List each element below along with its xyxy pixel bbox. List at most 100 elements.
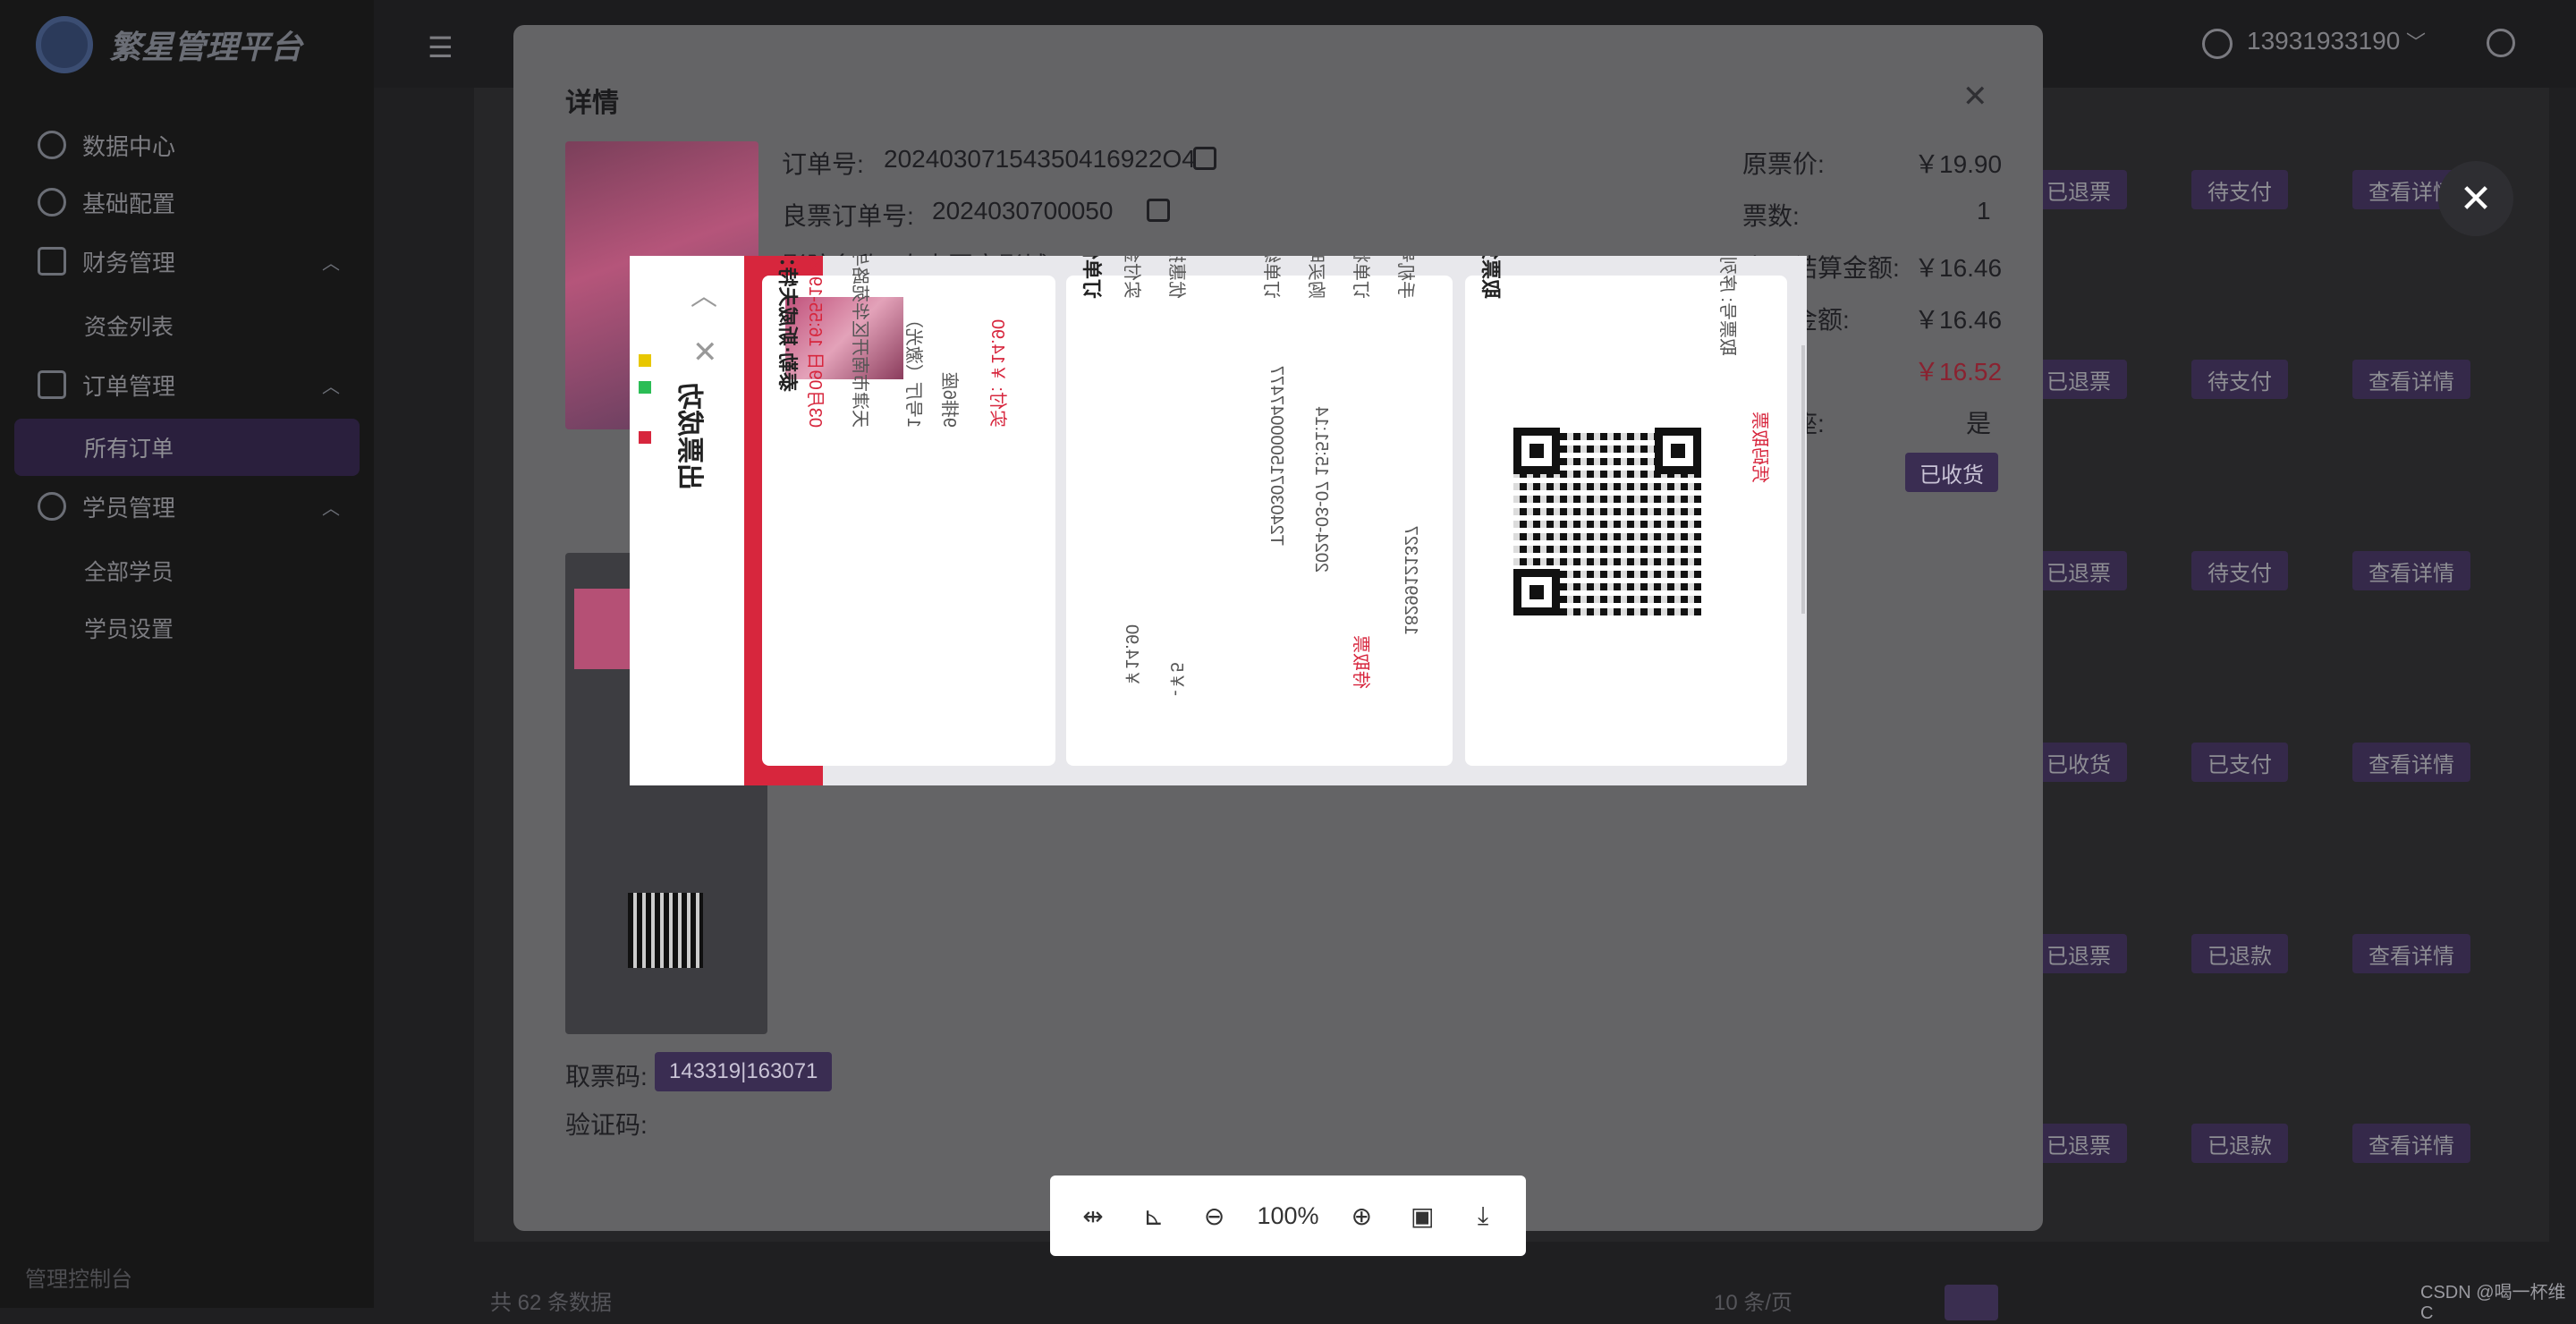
table-row: 已退票 已退款 查看详情 [2030, 1124, 2470, 1163]
seat: 9排6座 [939, 371, 959, 428]
image-icon[interactable]: ▣ [1404, 1201, 1440, 1231]
refund-status-tag: 已退票 [2030, 934, 2127, 973]
brand-logo [36, 16, 93, 73]
ticket-count-value: 1 [1977, 197, 1991, 225]
nav-all-students[interactable]: 全部学员 [14, 542, 360, 599]
chevron-up-icon: ︿ [322, 498, 340, 519]
nav-students[interactable]: 学员管理 ︿ [0, 478, 374, 535]
view-detail-button[interactable]: 查看详情 [2352, 551, 2470, 590]
copy-icon[interactable] [1147, 199, 1170, 222]
order-amount: ￥14.90 [1122, 624, 1141, 687]
refund-status-tag: 已收货 [2030, 743, 2127, 782]
chevron-up-icon: ︿ [322, 377, 340, 397]
movie-title: 泰勒·斯威夫特：时代巡回演唱会 [775, 256, 803, 392]
nav-orders[interactable]: 订单管理 ︿ [0, 356, 374, 413]
received-badge: 已收货 [1905, 453, 1998, 492]
refund-status-tag: 已退票 [2030, 170, 2127, 209]
paid-value: ￥16.52 [1914, 358, 2003, 386]
order-status-label: 订单状态 [1351, 256, 1370, 299]
user-icon[interactable] [2202, 29, 2233, 59]
nav-label: 财务管理 [82, 249, 176, 276]
exchange-value: 是 [1966, 410, 1992, 437]
table-row: 已退票 待支付 查看详情 [2030, 551, 2470, 590]
zoom-out-icon[interactable]: ⊖ [1197, 1201, 1233, 1231]
modal-title: 详情 [565, 89, 619, 118]
ticket-code-title: 取票凭证： [1478, 256, 1506, 299]
preview-scrollbar[interactable] [1801, 345, 1805, 614]
badge-icon [639, 431, 651, 444]
table-row: 已退票 已退款 查看详情 [2030, 934, 2470, 973]
image-preview[interactable]: ︿ ✕ 出票成功 泰勒·斯威夫特：时代巡回演唱会 03月09日 16:55-19… [630, 256, 1807, 785]
pickup-code: 143319|163071 [655, 1052, 833, 1091]
page-size-select[interactable]: 10 条/页 [1714, 1285, 1792, 1316]
refund-status-tag: 已退票 [2030, 551, 2127, 590]
user-phone[interactable]: 13931933190 [2247, 27, 2400, 55]
verify-label: 验证码: [565, 1111, 648, 1139]
rotate-icon[interactable]: ⊾ [1136, 1201, 1172, 1231]
nav-data-center[interactable]: 数据中心 [0, 116, 374, 174]
settle2-value: ￥16.46 [1914, 306, 2003, 334]
nav-label: 学员管理 [82, 494, 176, 522]
ticket-thumb-qr [628, 893, 703, 968]
clipboard-icon [38, 247, 66, 276]
badge-icon [639, 354, 651, 367]
zoom-in-icon[interactable]: ⊕ [1343, 1201, 1379, 1231]
watermark: CSDN @喝一杯维C [2420, 1283, 2566, 1323]
ticket-side-panel: ︿ ✕ 出票成功 [630, 256, 744, 785]
nav-fund-list[interactable]: 资金列表 [14, 297, 360, 354]
pay-status-tag: 已支付 [2191, 743, 2288, 782]
refund-status-tag: 已退票 [2030, 1124, 2127, 1163]
viewer-close-icon[interactable]: ✕ [2438, 161, 2513, 236]
nav-basic-config[interactable]: 基础配置 [0, 174, 374, 231]
zoom-level: 100% [1257, 1201, 1319, 1229]
nav-label: 数据中心 [82, 132, 176, 160]
pay-status-tag: 待支付 [2191, 170, 2288, 209]
discount-label: 优惠抵扣 [1166, 256, 1186, 299]
buy-time-label: 购买时间 [1306, 256, 1326, 299]
menu-toggle-icon[interactable]: ☰ [428, 30, 453, 64]
brand-name: 繁星管理平台 [109, 29, 303, 65]
nav-label: 学员设置 [84, 617, 174, 642]
nav-student-settings[interactable]: 学员设置 [14, 599, 360, 657]
view-detail-button[interactable]: 查看详情 [2352, 934, 2470, 973]
nav-label: 所有订单 [84, 437, 174, 462]
movie-info-card: 泰勒·斯威夫特：时代巡回演唱会 03月09日 16:55-19:24 国语 2D… [762, 256, 1055, 766]
clipboard-icon [38, 370, 66, 399]
footer-console: 管理控制台 [25, 1268, 132, 1292]
ticket-price: 实付: ￥14.90 [987, 318, 1007, 428]
gear-icon[interactable] [2487, 29, 2515, 57]
copy-icon[interactable] [1193, 147, 1216, 170]
viewer-toolbar: ⇹ ⊾ ⊖ 100% ⊕ ▣ ⤓ [1050, 1175, 1526, 1256]
view-detail-button[interactable]: 查看详情 [2352, 743, 2470, 782]
chevron-up-icon: ︿ [322, 253, 340, 274]
settings-icon [38, 188, 66, 216]
nav-all-orders[interactable]: 所有订单 [14, 419, 360, 476]
page-1-button[interactable] [1945, 1285, 1998, 1320]
nav-finance[interactable]: 财务管理 ︿ [0, 233, 374, 290]
order-no: T24030715000047477 [1267, 365, 1286, 546]
graduation-cap-icon [38, 492, 66, 521]
table-row: 已退票 待支付 查看详情 [2030, 360, 2470, 399]
flip-horizontal-icon[interactable]: ⇹ [1075, 1201, 1111, 1231]
close-icon: ✕ [692, 335, 718, 369]
download-icon[interactable]: ⤓ [1465, 1201, 1501, 1231]
pay-status-tag: 已退款 [2191, 934, 2288, 973]
refund-status-tag: 已退票 [2030, 360, 2127, 399]
ticket-code: 取票号: 序列号:143319|验证码:163071 [1716, 256, 1742, 356]
nav-label: 全部学员 [84, 560, 174, 585]
cinema-address: 天津市南开区华苑路与迎水道交口长安大厦 [850, 256, 869, 428]
pay-status-tag: 待支付 [2191, 551, 2288, 590]
modal-close-icon[interactable]: ✕ [1962, 79, 1988, 115]
original-price-label: 原票价: [1742, 150, 1825, 178]
discount: -￥5 [1166, 662, 1186, 696]
view-detail-button[interactable]: 查看详情 [2352, 1124, 2470, 1163]
pay-status-tag: 待支付 [2191, 360, 2288, 399]
chevron-down-icon[interactable]: ﹀ [2406, 27, 2426, 55]
pickup-label: 取票码: [565, 1063, 648, 1091]
badge-icon [639, 381, 651, 394]
order-no-label: 订单号: [782, 150, 864, 178]
table-row: 已收货 已支付 查看详情 [2030, 743, 2470, 782]
liangpiao-no-label: 良票订单号: [782, 202, 914, 230]
view-detail-button[interactable]: 查看详情 [2352, 360, 2470, 399]
show-time: 03月09日 16:55-19:24 国语 2D [805, 256, 825, 428]
